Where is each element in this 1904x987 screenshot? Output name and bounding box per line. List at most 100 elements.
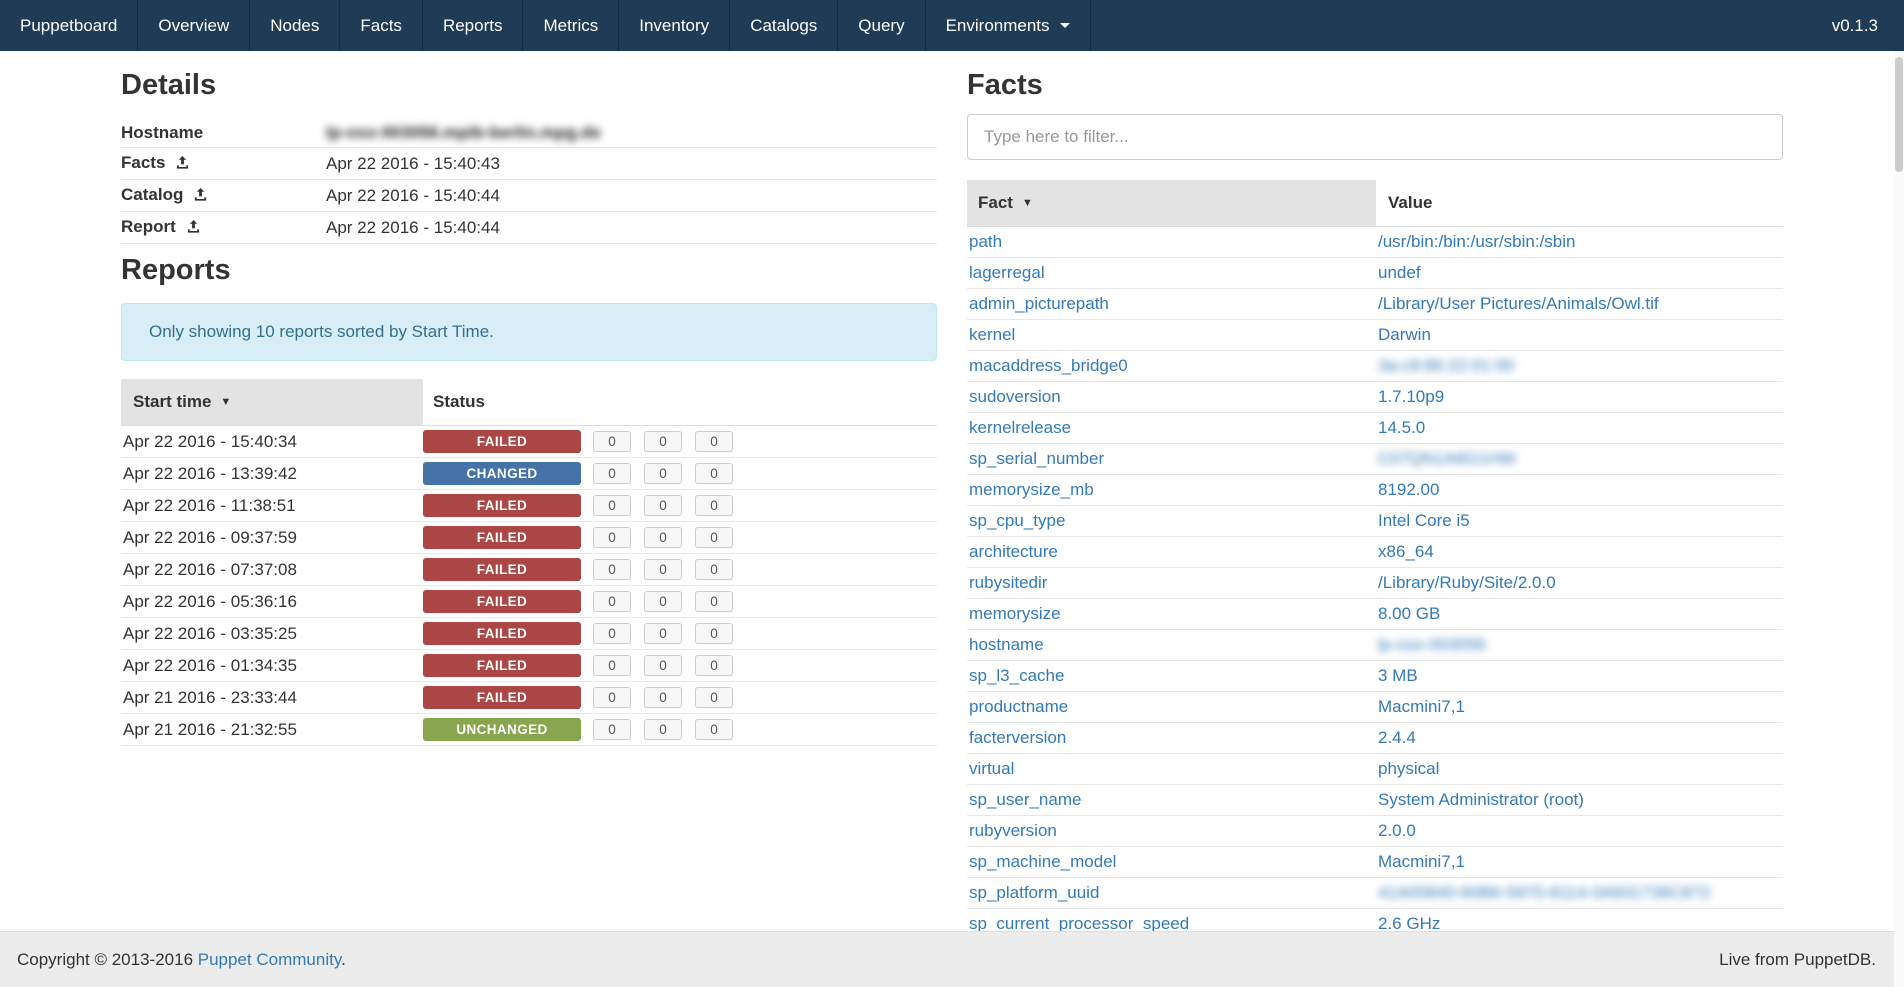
report-start-time: Apr 22 2016 - 09:37:59 [121,522,423,554]
fact-name-link[interactable]: admin_picturepath [969,294,1109,313]
fact-value-link[interactable]: C07QN1A6G1HW [1378,449,1516,468]
nav-item[interactable]: Metrics [523,0,619,51]
status-badge: UNCHANGED [423,718,581,741]
report-row[interactable]: Apr 22 2016 - 01:34:35 FAILED 000 [121,650,937,682]
nav-item[interactable]: Facts [340,0,423,51]
metric-count: 0 [644,495,682,516]
scrollbar-track[interactable] [1894,51,1904,987]
nav-item-environments[interactable]: Environments [926,0,1091,51]
scrollbar-thumb[interactable] [1895,57,1903,172]
nav-item[interactable]: Inventory [619,0,730,51]
report-row[interactable]: Apr 22 2016 - 05:36:16 FAILED 000 [121,586,937,618]
fact-value-link[interactable]: undef [1378,263,1421,282]
report-row[interactable]: Apr 22 2016 - 09:37:59 FAILED 000 [121,522,937,554]
fact-row: path /usr/bin:/bin:/usr/sbin:/sbin [967,227,1783,258]
fact-name-link[interactable]: sudoversion [969,387,1061,406]
fact-value-link[interactable]: /Library/Ruby/Site/2.0.0 [1378,573,1556,592]
nav-item[interactable]: Query [838,0,925,51]
fact-name-link[interactable]: sp_machine_model [969,852,1116,871]
report-row[interactable]: Apr 22 2016 - 15:40:34 FAILED 000 [121,426,937,458]
hostname-label: Hostname [121,118,326,148]
puppet-community-link[interactable]: Puppet Community [198,950,341,969]
fact-name-link[interactable]: sp_serial_number [969,449,1104,468]
fact-name-link[interactable]: path [969,232,1002,251]
fact-value-link[interactable]: 8.00 GB [1378,604,1440,623]
main-content: Details Hostname lp-osx-003056.mpib-berl… [0,51,1904,940]
fact-name-link[interactable]: memorysize_mb [969,480,1094,499]
fact-name-link[interactable]: kernelrelease [969,418,1071,437]
column-header-value[interactable]: Value [1376,180,1783,227]
nav-item[interactable]: Catalogs [730,0,838,51]
fact-value-link[interactable]: lp-osx-003056 [1378,635,1486,654]
fact-name-link[interactable]: memorysize [969,604,1061,623]
fact-row: admin_picturepath /Library/User Pictures… [967,289,1783,320]
metric-count: 0 [644,591,682,612]
metric-count: 0 [593,655,631,676]
report-metrics: 000 [593,623,733,644]
nav-item[interactable]: Reports [423,0,524,51]
fact-value-link[interactable]: Macmini7,1 [1378,697,1465,716]
fact-row: memorysize 8.00 GB [967,599,1783,630]
version-label: v0.1.3 [1806,0,1904,51]
fact-value-link[interactable]: 14.5.0 [1378,418,1425,437]
fact-name-link[interactable]: rubyversion [969,821,1057,840]
nav-item[interactable]: Overview [138,0,250,51]
fact-row: sp_cpu_type Intel Core i5 [967,506,1783,537]
metric-count: 0 [593,495,631,516]
fact-value-link[interactable]: Macmini7,1 [1378,852,1465,871]
fact-value-link[interactable]: 2.0.0 [1378,821,1416,840]
fact-value-link[interactable]: 2.4.4 [1378,728,1416,747]
fact-name-link[interactable]: facterversion [969,728,1066,747]
facts-table: Fact▼ Value path /usr/bin:/bin:/usr/sbin… [967,180,1783,940]
column-header-fact[interactable]: Fact▼ [967,180,1376,227]
copyright-text: Copyright © 2013-2016 Puppet Community. [17,950,346,970]
catalog-label: Catalog [121,185,183,204]
fact-name-link[interactable]: productname [969,697,1068,716]
fact-value-link[interactable]: 41A00840-60B6-5970-8114-0A931736C872 [1378,883,1710,902]
column-header-start-time[interactable]: Start time▼ [121,379,423,426]
fact-value-link[interactable]: 8192.00 [1378,480,1439,499]
fact-value-link[interactable]: Intel Core i5 [1378,511,1470,530]
fact-name-link[interactable]: sp_l3_cache [969,666,1064,685]
fact-name-link[interactable]: sp_user_name [969,790,1081,809]
fact-name-link[interactable]: virtual [969,759,1014,778]
column-header-status[interactable]: Status [423,379,937,426]
report-row[interactable]: Apr 22 2016 - 11:38:51 FAILED 000 [121,490,937,522]
fact-name-link[interactable]: lagerregal [969,263,1045,282]
nav-item[interactable]: Nodes [250,0,340,51]
fact-row: architecture x86_64 [967,537,1783,568]
info-alert: Only showing 10 reports sorted by Start … [121,303,937,361]
report-row[interactable]: Apr 22 2016 - 03:35:25 FAILED 000 [121,618,937,650]
navbar-brand[interactable]: Puppetboard [0,0,138,51]
fact-value-link[interactable]: 3 MB [1378,666,1418,685]
report-row[interactable]: Apr 22 2016 - 13:39:42 CHANGED 000 [121,458,937,490]
fact-name-link[interactable]: sp_cpu_type [969,511,1065,530]
details-table: Hostname lp-osx-003056.mpib-berlin.mpg.d… [121,118,937,244]
fact-name-link[interactable]: kernel [969,325,1015,344]
fact-name-link[interactable]: sp_platform_uuid [969,883,1099,902]
fact-name-link[interactable]: architecture [969,542,1058,561]
fact-value-link[interactable]: Darwin [1378,325,1431,344]
metric-count: 0 [695,623,733,644]
facts-filter-input[interactable] [967,114,1783,160]
fact-value-link[interactable]: /usr/bin:/bin:/usr/sbin:/sbin [1378,232,1575,251]
fact-name-link[interactable]: hostname [969,635,1044,654]
fact-value-link[interactable]: physical [1378,759,1439,778]
report-row[interactable]: Apr 22 2016 - 07:37:08 FAILED 000 [121,554,937,586]
fact-value-link[interactable]: 1.7.10p9 [1378,387,1444,406]
fact-value-link[interactable]: x86_64 [1378,542,1434,561]
metric-count: 0 [644,687,682,708]
fact-row: memorysize_mb 8192.00 [967,475,1783,506]
fact-name-link[interactable]: rubysitedir [969,573,1047,592]
report-start-time: Apr 22 2016 - 05:36:16 [121,586,423,618]
report-row[interactable]: Apr 21 2016 - 21:32:55 UNCHANGED 000 [121,714,937,746]
metric-count: 0 [644,655,682,676]
metric-count: 0 [593,591,631,612]
report-row[interactable]: Apr 21 2016 - 23:33:44 FAILED 000 [121,682,937,714]
fact-name-link[interactable]: macaddress_bridge0 [969,356,1128,375]
details-row-report: Report Apr 22 2016 - 15:40:44 [121,212,937,244]
fact-value-link[interactable]: 3a:c9:86:22:01:00 [1378,356,1514,375]
fact-value-link[interactable]: /Library/User Pictures/Animals/Owl.tif [1378,294,1659,313]
fact-row: kernel Darwin [967,320,1783,351]
fact-value-link[interactable]: System Administrator (root) [1378,790,1584,809]
